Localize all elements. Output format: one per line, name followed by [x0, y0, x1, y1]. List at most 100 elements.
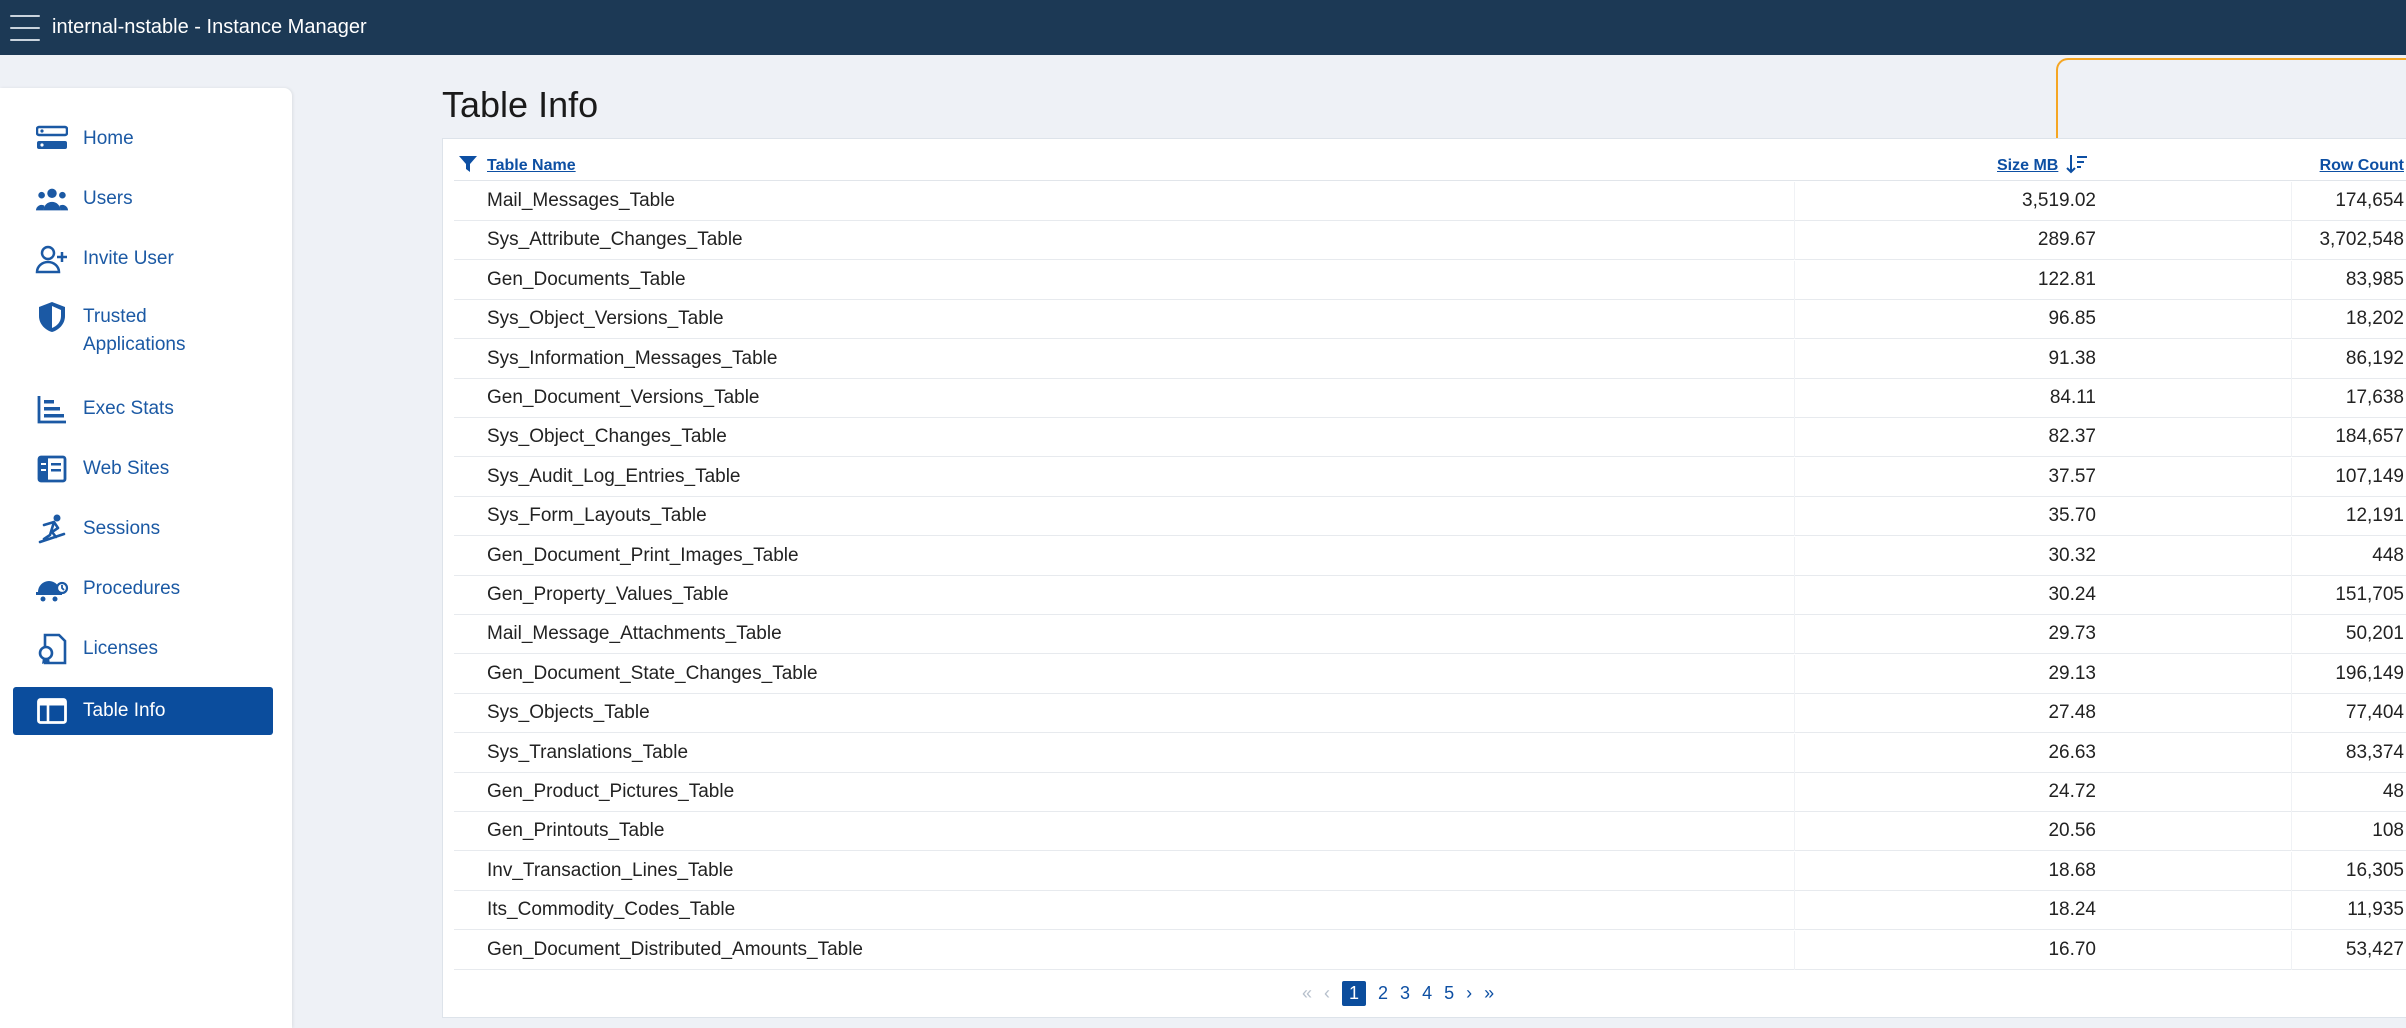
sidebar-item-exec-stats[interactable]: Exec Stats	[13, 392, 273, 432]
cell-row-count: 86,192	[2345, 347, 2404, 369]
cell-row-count: 53,427	[2345, 938, 2404, 960]
sidebar-item-table-info[interactable]: Table Info	[13, 687, 273, 735]
last-page-button[interactable]: »	[1484, 983, 1494, 1004]
column-divider	[2291, 812, 2292, 852]
sidebar-item-label: Users	[83, 188, 133, 209]
page-button-1[interactable]: 1	[1342, 980, 1367, 1006]
cell-table-name: Mail_Message_Attachments_Table	[487, 623, 782, 645]
column-divider	[2291, 536, 2292, 576]
cell-row-count: 448	[2372, 544, 2404, 566]
cell-row-count: 107,149	[2335, 465, 2404, 487]
cell-table-name: Gen_Document_Versions_Table	[487, 387, 760, 408]
column-divider	[2291, 773, 2292, 812]
cell-row-count: 196,149	[2335, 662, 2404, 684]
table-row[interactable]: Its_Commodity_Codes_Table 18.24 11,935	[454, 891, 2406, 931]
sessions-icon	[35, 512, 69, 546]
table-row[interactable]: Gen_Document_Print_Images_Table 30.32 448	[454, 536, 2406, 576]
cell-row-count: 83,374	[2345, 741, 2404, 763]
sidebar-item-web-sites[interactable]: Web Sites	[13, 452, 273, 492]
column-divider	[2291, 851, 2292, 891]
column-divider	[2291, 694, 2292, 734]
bar-chart-icon	[35, 392, 69, 426]
table-row[interactable]: Sys_Attribute_Changes_Table 289.67 3,702,5…	[454, 221, 2406, 261]
column-divider	[1794, 339, 1795, 379]
sidebar-item-licenses[interactable]: Licenses	[13, 632, 273, 672]
cell-size-mb: 18.24	[2048, 899, 2096, 921]
cell-size-mb: 26.63	[2048, 741, 2096, 763]
column-divider	[1794, 497, 1795, 537]
table-row[interactable]: Mail_Message_Attachments_Table 29.73 50,20…	[454, 615, 2406, 655]
column-divider	[2291, 891, 2292, 931]
licenses-icon	[35, 632, 69, 666]
first-page-button[interactable]: «	[1302, 983, 1312, 1004]
page-button-4[interactable]: 4	[1422, 983, 1432, 1004]
next-page-button[interactable]: ›	[1466, 983, 1472, 1004]
shield-icon	[35, 300, 69, 334]
cell-size-mb: 24.72	[2048, 781, 2096, 802]
hamburger-menu-icon[interactable]	[10, 14, 40, 41]
cell-size-mb: 82.37	[2048, 426, 2096, 448]
sidebar-item-label: Web Sites	[83, 458, 170, 479]
cell-row-count: 50,201	[2345, 623, 2404, 645]
table-row[interactable]: Sys_Object_Changes_Table 82.37 184,657	[454, 418, 2406, 458]
procedures-icon	[35, 572, 69, 606]
column-divider	[2291, 300, 2292, 340]
table-row[interactable]: Gen_Product_Pictures_Table 24.72 48	[454, 773, 2406, 812]
table-row[interactable]: Gen_Property_Values_Table 30.24 151,705	[454, 576, 2406, 615]
column-divider	[1794, 260, 1795, 300]
sidebar-item-label: Sessions	[83, 518, 161, 539]
cell-size-mb: 20.56	[2048, 820, 2096, 842]
cell-table-name: Sys_Audit_Log_Entries_Table	[487, 465, 741, 487]
table-row[interactable]: Gen_Document_Distributed_Amounts_Table 16…	[454, 930, 2406, 970]
sidebar-item-home[interactable]: Home	[13, 122, 273, 162]
table-row[interactable]: Sys_Form_Layouts_Table 35.70 12,191	[454, 497, 2406, 537]
column-divider	[2291, 260, 2292, 300]
table-row[interactable]: Sys_Information_Messages_Table 91.38 86,19…	[454, 339, 2406, 379]
table-row[interactable]: Sys_Object_Versions_Table 96.85 18,202	[454, 300, 2406, 340]
sort-descending-icon[interactable]	[2066, 154, 2088, 179]
cell-row-count: 48	[2382, 781, 2404, 802]
table-row[interactable]: Sys_Translations_Table 26.63 83,374	[454, 733, 2406, 773]
column-header-size-mb[interactable]: Size MB	[1997, 157, 2058, 175]
table-row[interactable]: Gen_Printouts_Table 20.56 108	[454, 812, 2406, 852]
table-row[interactable]: Gen_Document_State_Changes_Table 29.13 196…	[454, 654, 2406, 694]
sidebar-item-label: Table Info	[83, 700, 166, 721]
cell-size-mb: 122.81	[2037, 268, 2096, 290]
page-button-3[interactable]: 3	[1400, 983, 1410, 1004]
column-divider	[1794, 379, 1795, 418]
column-divider	[1794, 891, 1795, 931]
cell-table-name: Gen_Document_Distributed_Amounts_Table	[487, 938, 863, 960]
table-row[interactable]: Sys_Audit_Log_Entries_Table 37.57 107,149	[454, 457, 2406, 497]
column-divider	[1794, 615, 1795, 655]
column-header-table-name[interactable]: Table Name	[487, 157, 576, 175]
table-row[interactable]: Mail_Messages_Table 3,519.02 174,654	[454, 182, 2406, 221]
table-row[interactable]: Gen_Document_Versions_Table 84.11 17,638	[454, 379, 2406, 418]
column-divider	[1794, 851, 1795, 891]
cell-table-name: Gen_Printouts_Table	[487, 820, 665, 842]
table-row[interactable]: Inv_Transaction_Lines_Table 18.68 16,305	[454, 851, 2406, 891]
table-row[interactable]: Gen_Documents_Table 122.81 83,985	[454, 260, 2406, 300]
table-row[interactable]: Sys_Objects_Table 27.48 77,404	[454, 694, 2406, 734]
column-divider	[2291, 930, 2292, 970]
sidebar-item-users[interactable]: Users	[13, 182, 273, 222]
page-button-5[interactable]: 5	[1444, 983, 1454, 1004]
sidebar-item-sessions[interactable]: Sessions	[13, 512, 273, 552]
page-title: Table Info	[442, 84, 599, 125]
cell-table-name: Gen_Documents_Table	[487, 268, 686, 290]
cell-table-name: Sys_Information_Messages_Table	[487, 347, 778, 369]
sidebar-item-procedures[interactable]: Procedures	[13, 572, 273, 612]
cell-size-mb: 91.38	[2048, 347, 2096, 369]
cell-table-name: Its_Commodity_Codes_Table	[487, 899, 736, 921]
sidebar-item-trusted-applications[interactable]: Trusted Applications	[13, 300, 273, 364]
column-header-row-count[interactable]: Row Count	[2320, 157, 2404, 175]
filter-icon[interactable]	[458, 155, 478, 178]
column-divider	[1794, 536, 1795, 576]
cell-size-mb: 96.85	[2048, 308, 2096, 330]
cell-size-mb: 84.11	[2049, 387, 2096, 408]
sidebar-item-invite-user[interactable]: Invite User	[13, 242, 273, 282]
cell-row-count: 184,657	[2335, 426, 2404, 448]
previous-page-button[interactable]: ‹	[1324, 983, 1330, 1004]
column-divider	[1794, 576, 1795, 615]
cell-size-mb: 30.24	[2048, 584, 2096, 605]
page-button-2[interactable]: 2	[1378, 983, 1388, 1004]
